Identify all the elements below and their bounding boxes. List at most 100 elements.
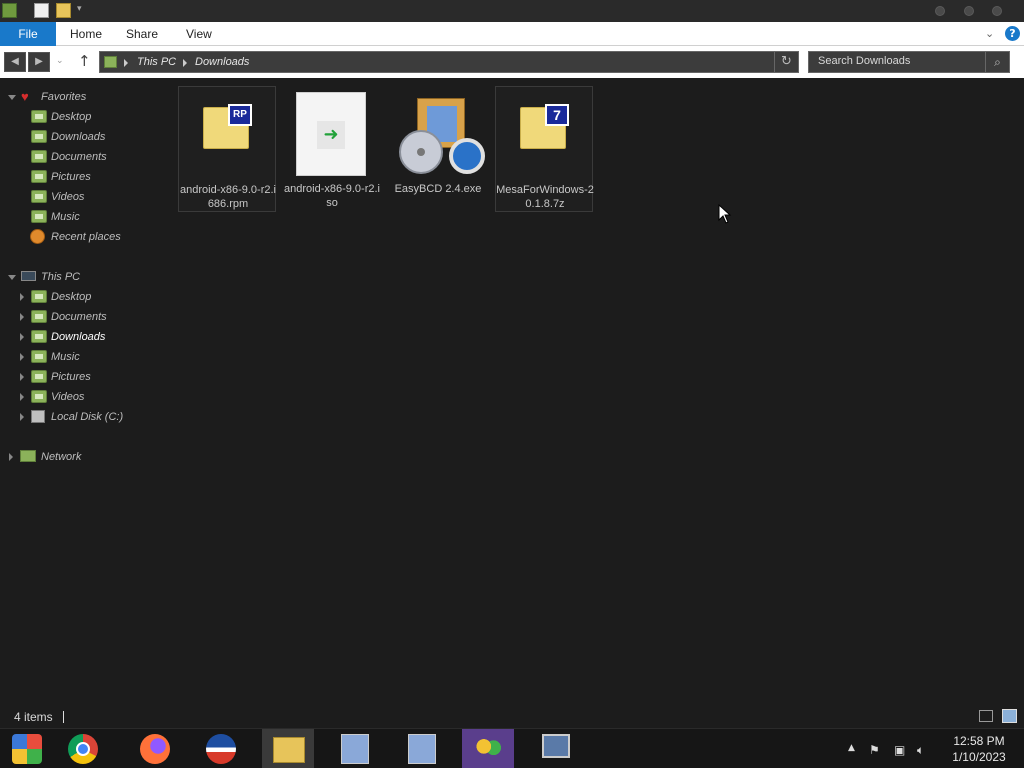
- 7z-archive-icon: 7: [520, 104, 569, 149]
- computer-icon: [21, 271, 36, 281]
- explorer-window: ▾ File Home Share View ⌄ ? ◀ ▶ ⌄ ↑ This …: [0, 0, 1024, 768]
- file-list: RP android-x86-9.0-r2.i686.rpm ➜ android…: [150, 80, 1024, 700]
- search-icon[interactable]: ⌕: [985, 52, 1009, 72]
- help-icon[interactable]: ?: [1005, 26, 1020, 41]
- expand-icon[interactable]: [9, 453, 13, 461]
- tree-label: Music: [51, 351, 80, 363]
- sidebar-item-pc-videos[interactable]: Videos: [0, 387, 150, 407]
- properties-icon[interactable]: [34, 3, 49, 18]
- collapse-icon[interactable]: [8, 275, 16, 280]
- folder-location-icon: [104, 56, 117, 68]
- taskbar-app[interactable]: [195, 729, 247, 768]
- tab-share[interactable]: Share: [126, 22, 158, 46]
- documents-folder-icon: [31, 150, 47, 163]
- file-name: MesaForWindows-20.1.8.7z: [496, 184, 594, 210]
- search-box[interactable]: Search Downloads ⌕: [808, 51, 1010, 73]
- sidebar-item-recent-places[interactable]: Recent places: [0, 227, 150, 247]
- taskbar-users[interactable]: [462, 729, 514, 768]
- mouse-cursor-icon: [718, 204, 732, 224]
- forward-button[interactable]: ▶: [28, 52, 50, 72]
- taskbar-firefox[interactable]: [129, 729, 181, 768]
- tree-label: Favorites: [41, 91, 87, 103]
- sidebar-item-local-disk[interactable]: Local Disk (C:): [0, 407, 150, 427]
- file-name: EasyBCD 2.4.exe: [394, 183, 482, 195]
- start-button[interactable]: [2, 729, 54, 768]
- taskbar-remote-desktop[interactable]: [530, 729, 582, 768]
- customize-quick-access-icon[interactable]: ▾: [77, 4, 82, 14]
- address-bar[interactable]: This PC Downloads ↻: [99, 51, 799, 73]
- tree-label: Documents: [51, 151, 107, 163]
- taskbar-setup-1[interactable]: [329, 729, 381, 768]
- minimize-button[interactable]: [935, 6, 945, 16]
- breadcrumb-downloads[interactable]: Downloads: [195, 56, 249, 68]
- file-name: android-x86-9.0-r2.i686.rpm: [180, 184, 276, 210]
- show-hidden-icons[interactable]: ▲: [848, 743, 855, 753]
- explorer-icon[interactable]: [2, 3, 17, 18]
- large-icons-view-icon[interactable]: [1002, 709, 1017, 723]
- refresh-icon[interactable]: ↻: [774, 52, 798, 72]
- sidebar-item-pc-music[interactable]: Music: [0, 347, 150, 367]
- expand-ribbon-icon[interactable]: ⌄: [985, 27, 994, 40]
- recent-locations-icon[interactable]: ⌄: [56, 56, 64, 66]
- maximize-button[interactable]: [964, 6, 974, 16]
- tab-file[interactable]: File: [0, 22, 56, 46]
- expand-icon[interactable]: [20, 393, 24, 401]
- pictures-folder-icon: [31, 370, 47, 383]
- details-view-icon[interactable]: [979, 710, 993, 722]
- sidebar-item-desktop[interactable]: Desktop: [0, 107, 150, 127]
- clock[interactable]: 12:58 PM 1/10/2023: [940, 733, 1018, 765]
- tree-label: Pictures: [51, 371, 91, 383]
- new-folder-icon[interactable]: [56, 3, 71, 18]
- expand-icon[interactable]: [20, 313, 24, 321]
- navigation-pane: ♥ Favorites Desktop Downloads Documents …: [0, 80, 150, 700]
- sidebar-item-videos[interactable]: Videos: [0, 187, 150, 207]
- tree-label: Desktop: [51, 111, 92, 123]
- ribbon-tabs: File Home Share View ⌄ ?: [0, 22, 1024, 46]
- breadcrumb-this-pc[interactable]: This PC: [137, 56, 176, 68]
- app-icon: [206, 734, 236, 764]
- sidebar-item-pc-desktop[interactable]: Desktop: [0, 287, 150, 307]
- file-item[interactable]: RP android-x86-9.0-r2.i686.rpm: [178, 86, 276, 212]
- start-icon: [12, 734, 42, 764]
- network-status-icon[interactable]: ▣: [894, 743, 905, 757]
- setup-icon: [341, 734, 369, 764]
- expand-icon[interactable]: [20, 413, 24, 421]
- expand-icon[interactable]: [20, 333, 24, 341]
- expand-icon[interactable]: [20, 373, 24, 381]
- tree-favorites[interactable]: ♥ Favorites: [0, 87, 150, 107]
- taskbar-setup-2[interactable]: [396, 729, 448, 768]
- file-item[interactable]: 7 MesaForWindows-20.1.8.7z: [495, 86, 594, 212]
- tree-label: Videos: [51, 391, 85, 403]
- volume-icon[interactable]: 🔈︎: [917, 743, 924, 758]
- iso-file-icon: ➜: [296, 92, 366, 176]
- expand-icon[interactable]: [20, 353, 24, 361]
- tab-view[interactable]: View: [186, 22, 212, 46]
- file-item[interactable]: EasyBCD 2.4.exe: [389, 86, 487, 212]
- tree-this-pc[interactable]: This PC: [0, 267, 150, 287]
- up-button[interactable]: ↑: [78, 52, 91, 70]
- back-button[interactable]: ◀: [4, 52, 26, 72]
- sidebar-item-pictures[interactable]: Pictures: [0, 167, 150, 187]
- title-bar: ▾: [0, 0, 1024, 22]
- sidebar-item-pc-documents[interactable]: Documents: [0, 307, 150, 327]
- tree-network[interactable]: Network: [0, 447, 150, 467]
- downloads-folder-icon: [31, 130, 47, 143]
- navigation-bar: ◀ ▶ ⌄ ↑ This PC Downloads ↻ Search Downl…: [0, 46, 1024, 78]
- taskbar-chrome[interactable]: [58, 729, 110, 768]
- documents-folder-icon: [31, 310, 47, 323]
- sidebar-item-downloads[interactable]: Downloads: [0, 127, 150, 147]
- rpm-archive-icon: RP: [203, 104, 252, 149]
- flag-icon[interactable]: ⚑: [869, 743, 880, 757]
- sidebar-item-music[interactable]: Music: [0, 207, 150, 227]
- sidebar-item-documents[interactable]: Documents: [0, 147, 150, 167]
- search-input[interactable]: Search Downloads: [818, 55, 910, 67]
- pictures-folder-icon: [31, 170, 47, 183]
- close-button[interactable]: [992, 6, 1002, 16]
- sidebar-item-pc-downloads[interactable]: Downloads: [0, 327, 150, 347]
- collapse-icon[interactable]: [8, 95, 16, 100]
- file-item[interactable]: ➜ android-x86-9.0-r2.iso: [283, 86, 381, 212]
- tab-home[interactable]: Home: [70, 22, 102, 46]
- expand-icon[interactable]: [20, 293, 24, 301]
- sidebar-item-pc-pictures[interactable]: Pictures: [0, 367, 150, 387]
- taskbar-file-explorer[interactable]: [262, 729, 314, 768]
